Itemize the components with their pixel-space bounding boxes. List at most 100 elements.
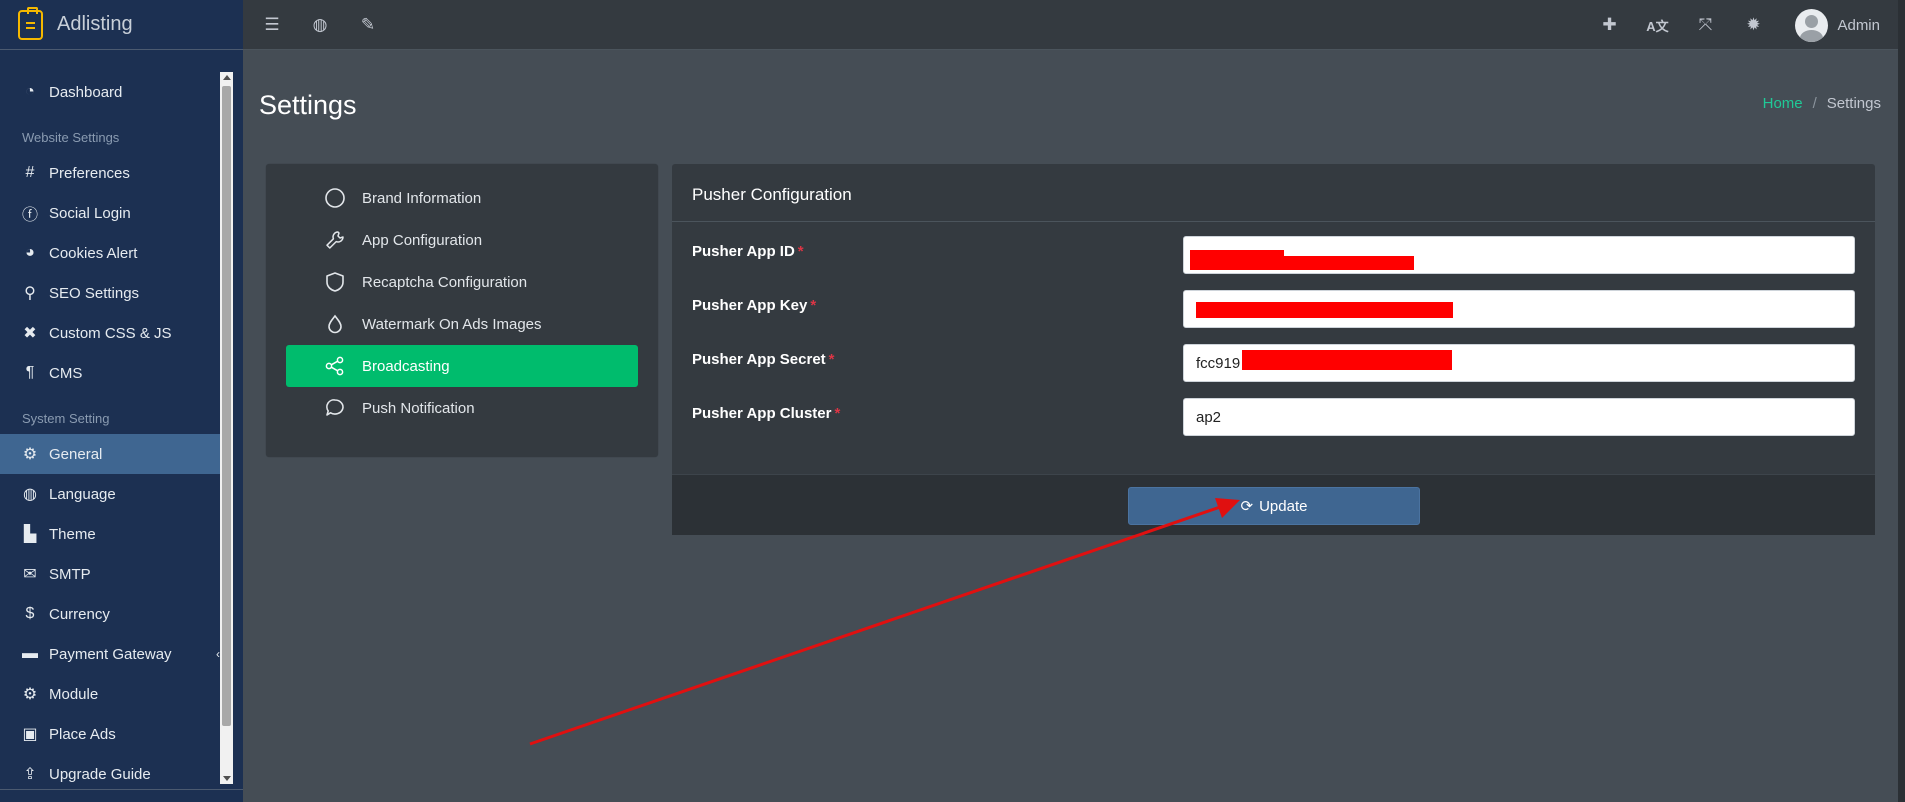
settings-icon[interactable]: ✹ [1729, 0, 1777, 50]
hashtag-icon: # [25, 164, 35, 181]
shield-icon [322, 271, 348, 293]
sidebar-item-theme[interactable]: ▙ Theme [0, 514, 220, 554]
sidebar-item-payment-gateway[interactable]: ▬ Payment Gateway ‹ [0, 634, 220, 674]
language-icon[interactable]: A文 [1633, 0, 1681, 50]
breadcrumb: Home / Settings [1763, 95, 1881, 112]
form-row: Pusher App Secret * fcc919 [692, 344, 1855, 389]
sidebar-item-upgrade-guide[interactable]: ⇪ Upgrade Guide [0, 754, 220, 792]
sidebar-item-label: Module [49, 685, 99, 703]
gear-icon: ⚙ [22, 686, 38, 703]
sidebar-item-label: Dashboard [49, 83, 123, 101]
topbar-left: ☰ ◍ ✎ [248, 0, 392, 50]
dashboard-gauge-icon: ◔ [25, 83, 35, 100]
credit-card-icon: ▬ [22, 645, 38, 662]
sidebar-item-preferences[interactable]: # Preferences [0, 153, 220, 193]
pusher-app-id-input[interactable]: 1 [1183, 236, 1855, 274]
tools-icon: ✖ [23, 325, 37, 342]
sidebar-item-place-ads[interactable]: ▣ Place Ads [0, 714, 220, 754]
card-title: Pusher Configuration [672, 164, 1875, 222]
sidebar-item-language[interactable]: ◍ Language [0, 474, 220, 514]
palette-icon: ▙ [23, 526, 37, 543]
field-label-text: Pusher App ID [692, 243, 795, 260]
scroll-down-arrow-icon[interactable] [223, 776, 231, 781]
dollar-icon: $ [25, 605, 35, 622]
pusher-app-secret-input[interactable]: fcc919 [1183, 344, 1855, 382]
upload-icon: ⇪ [23, 766, 37, 783]
redaction-mark [1196, 302, 1453, 318]
settings-nav-card: Brand Information App Configuration Recapt… [266, 164, 658, 457]
brush-icon[interactable]: ✎ [344, 0, 392, 50]
pusher-app-key-input[interactable] [1183, 290, 1855, 328]
gear-icon: ⚙ [22, 446, 38, 463]
sidebar: Adlisting ◔ Dashboard Website Settings # Pre… [0, 0, 243, 802]
field-label: Pusher App Key * [692, 297, 816, 314]
sidebar-menu: ◔ Dashboard Website Settings # Preferences ⓕ S… [0, 72, 220, 792]
sidebar-item-label: General [49, 445, 103, 463]
ad-icon: ▣ [22, 726, 38, 743]
settings-nav-label: Brand Information [362, 189, 482, 207]
sidebar-item-label: Preferences [49, 164, 130, 182]
globe-icon[interactable]: ◍ [296, 0, 344, 50]
sidebar-item-label: Place Ads [49, 725, 116, 743]
redaction-mark [1242, 350, 1452, 370]
form-row: Pusher App ID* 1 [692, 236, 1855, 281]
plus-icon[interactable]: ✚ [1585, 0, 1633, 50]
notepad-icon [18, 6, 43, 40]
form-row: Pusher App Cluster * ap2 [692, 398, 1855, 443]
sidebar-item-label: Social Login [49, 204, 131, 222]
user-name[interactable]: Admin [1837, 17, 1880, 34]
scrollbar-thumb[interactable] [222, 86, 231, 726]
menu-icon[interactable]: ☰ [248, 0, 296, 50]
form-row: Pusher App Key * [692, 290, 1855, 335]
breadcrumb-home-link[interactable]: Home [1763, 95, 1803, 112]
sidebar-item-social-login[interactable]: ⓕ Social Login [0, 193, 220, 233]
settings-nav-label: Recaptcha Configuration [362, 273, 528, 291]
sidebar-item-label: Payment Gateway [49, 645, 172, 663]
scroll-up-arrow-icon[interactable] [223, 75, 231, 80]
sidebar-item-dashboard[interactable]: ◔ Dashboard [0, 72, 220, 112]
sync-icon: ⟳ [1240, 498, 1254, 515]
sidebar-item-cms[interactable]: ¶ CMS [0, 353, 220, 393]
pusher-app-cluster-input[interactable]: ap2 [1183, 398, 1855, 436]
settings-nav-watermark-on-ads-images[interactable]: Watermark On Ads Images [286, 303, 638, 345]
sidebar-scrollbar[interactable] [220, 72, 233, 784]
field-label-text: Pusher App Cluster [692, 405, 832, 422]
field-label: Pusher App Cluster * [692, 405, 840, 422]
sidebar-item-currency[interactable]: $ Currency [0, 594, 220, 634]
chat-bubble-icon [322, 397, 348, 419]
page-scrollbar[interactable] [1898, 0, 1905, 802]
settings-nav-brand-information[interactable]: Brand Information [286, 177, 638, 219]
pusher-config-card: Pusher Configuration Pusher App ID*1Push… [672, 164, 1875, 535]
required-asterisk: * [834, 405, 841, 422]
sidebar-item-label: Theme [49, 525, 96, 543]
sidebar-item-cookies-alert[interactable]: ◕ Cookies Alert [0, 233, 220, 273]
sidebar-item-label: Upgrade Guide [49, 765, 151, 783]
update-button[interactable]: ⟳ Update [1128, 487, 1420, 525]
sidebar-item-seo-settings[interactable]: ⚲ SEO Settings [0, 273, 220, 313]
settings-nav-push-notification[interactable]: Push Notification [286, 387, 638, 429]
share-icon [322, 355, 348, 377]
sidebar-item-label: Language [49, 485, 116, 503]
required-asterisk: * [810, 297, 817, 314]
field-label-text: Pusher App Secret [692, 351, 826, 368]
settings-nav-label: Broadcasting [362, 357, 450, 375]
update-button-label: Update [1259, 497, 1308, 515]
cookie-icon: ◕ [25, 244, 35, 261]
sidebar-item-general[interactable]: ⚙ General [0, 434, 220, 474]
breadcrumb-current: Settings [1826, 95, 1881, 112]
settings-nav-recaptcha-configuration[interactable]: Recaptcha Configuration [286, 261, 638, 303]
field-label: Pusher App ID * [692, 243, 804, 260]
brand-link[interactable]: Adlisting [0, 0, 243, 50]
sidebar-item-module[interactable]: ⚙ Module [0, 674, 220, 714]
sidebar-item-smtp[interactable]: ✉ SMTP [0, 554, 220, 594]
input-value: fcc919 [1196, 355, 1241, 372]
user-avatar[interactable] [1795, 8, 1829, 42]
sidebar-item-label: SMTP [49, 565, 91, 583]
expand-icon[interactable]: ⤧ [1681, 0, 1729, 50]
sidebar-section-header: System Setting [22, 411, 110, 426]
seo-icon: ⚲ [24, 285, 36, 302]
sidebar-item-custom-css-js[interactable]: ✖ Custom CSS & JS [0, 313, 220, 353]
settings-nav-broadcasting[interactable]: Broadcasting [286, 345, 638, 387]
settings-nav-app-configuration[interactable]: App Configuration [286, 219, 638, 261]
sidebar-item-label: Custom CSS & JS [49, 324, 172, 342]
